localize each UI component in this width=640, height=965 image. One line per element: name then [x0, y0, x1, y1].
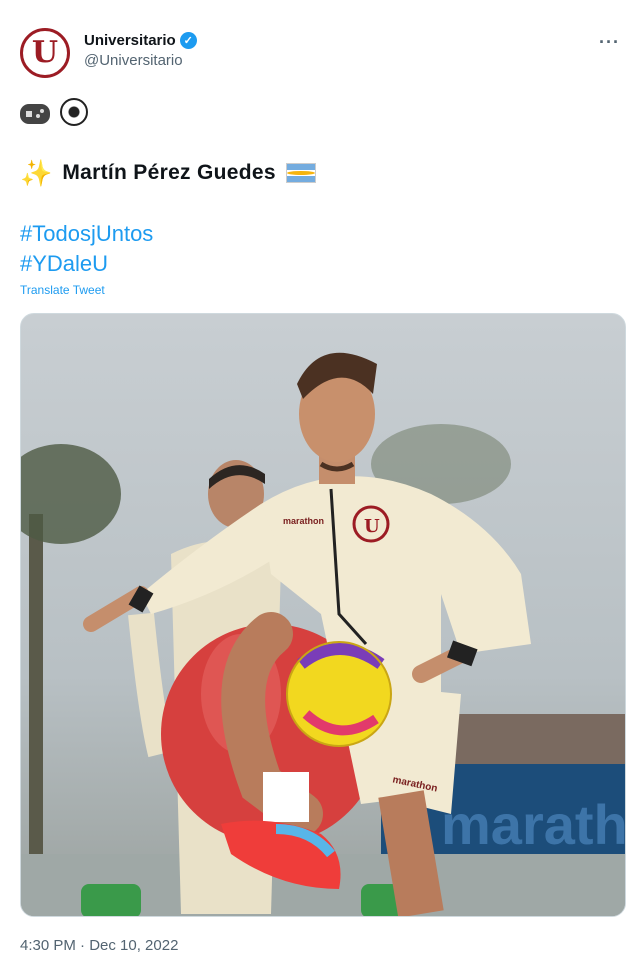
video-game-icon — [20, 104, 50, 124]
tweet-photo[interactable]: marathon U marathon marathon — [20, 313, 626, 917]
author-handle[interactable]: @Universitario — [84, 52, 197, 69]
verified-badge-icon: ✓ — [179, 32, 197, 49]
sparkles-icon: ✨ — [20, 158, 53, 188]
translate-tweet-link[interactable]: Translate Tweet — [20, 283, 105, 297]
author-name-row[interactable]: Universitario ✓ — [84, 32, 197, 49]
hashtag-link[interactable]: #YDaleU — [20, 251, 108, 277]
tweet-timestamp[interactable]: 4:30 PM · Dec 10, 2022 — [20, 937, 178, 954]
author-block: Universitario ✓ @Universitario — [84, 32, 197, 69]
background-sign-text: marathon — [441, 793, 626, 856]
player-name: Martín Pérez Guedes — [62, 161, 276, 184]
emoji-line — [20, 98, 88, 126]
avatar-logo-letter: U — [31, 35, 59, 70]
author-display-name[interactable]: Universitario — [84, 32, 176, 49]
argentina-flag-icon — [285, 163, 316, 183]
player-photo-illustration: marathon U marathon marathon — [21, 352, 626, 916]
more-options-icon[interactable]: ··· — [599, 32, 620, 53]
tweet-header: U Universitario ✓ @Universitario ··· — [20, 26, 630, 80]
player-name-line: ✨ Martín Pérez Guedes — [20, 160, 316, 186]
soccer-ball-icon — [60, 98, 88, 126]
jersey-brand-text: marathon — [283, 516, 324, 526]
avatar[interactable]: U — [20, 28, 70, 78]
hashtag-link[interactable]: #TodosjUntos — [20, 221, 153, 247]
jersey-crest-letter: U — [364, 516, 380, 537]
